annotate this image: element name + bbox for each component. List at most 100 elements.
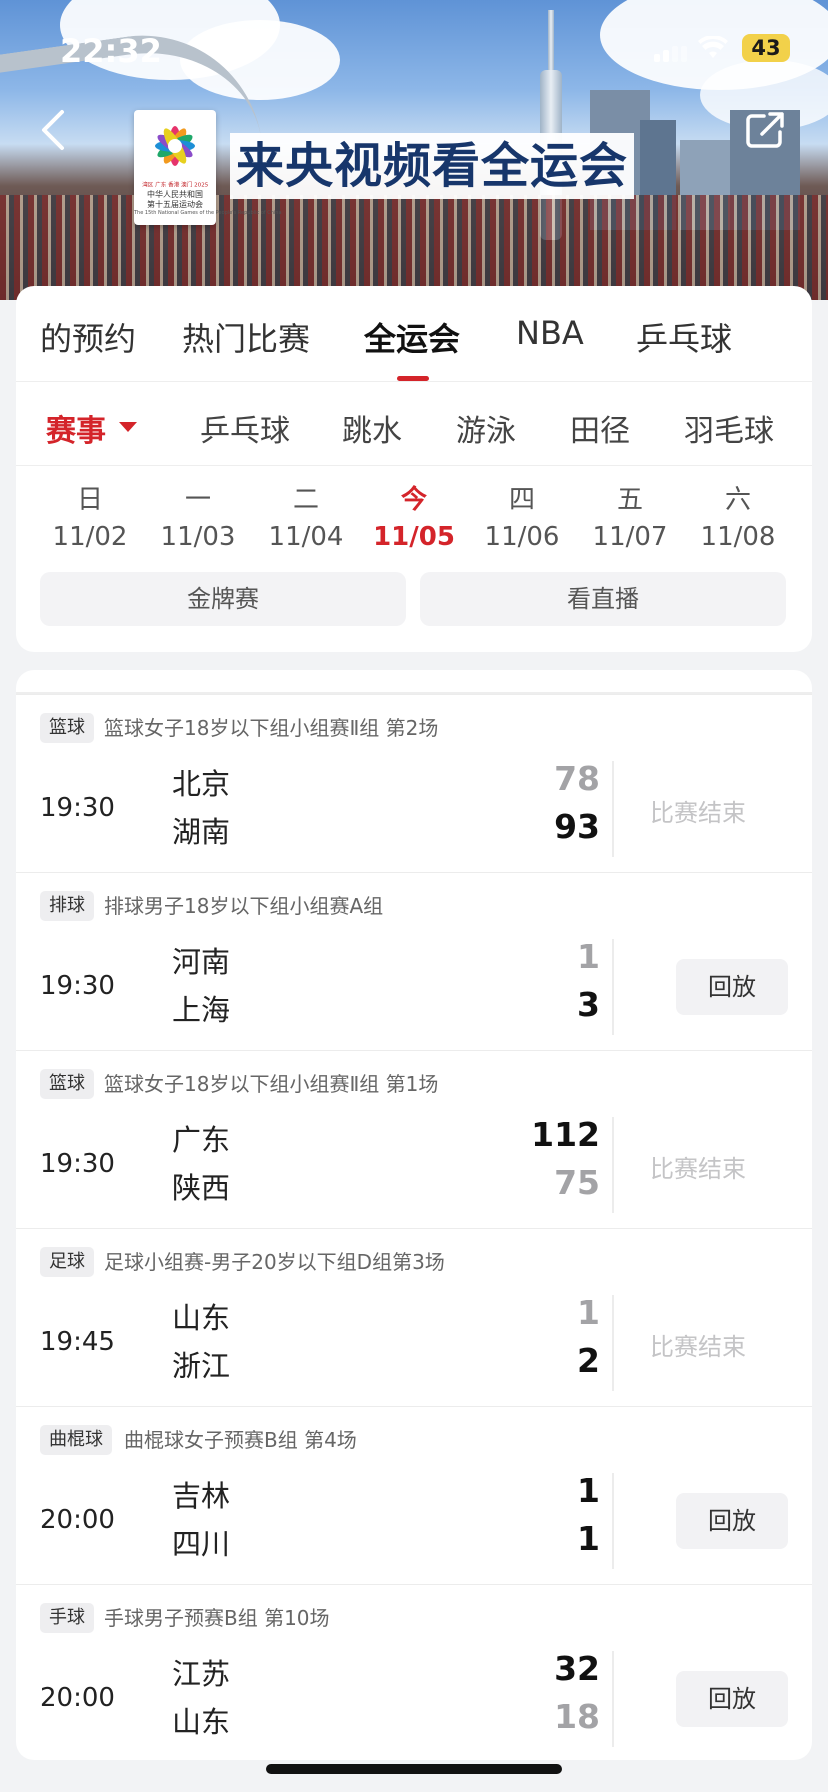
team-score: 1: [577, 1293, 600, 1332]
team-score: 112: [531, 1115, 600, 1154]
gold-medal-filter-button[interactable]: 金牌赛: [40, 572, 406, 626]
subtab-events[interactable]: 赛事: [46, 406, 106, 450]
team-score: 32: [554, 1649, 600, 1688]
date-item[interactable]: 四 11/06: [467, 482, 577, 556]
replay-button[interactable]: 回放: [676, 1493, 788, 1549]
share-button[interactable]: [744, 110, 788, 150]
match-ended-label: 比赛结束: [650, 799, 746, 827]
match-row[interactable]: 篮球 篮球女子18岁以下组小组赛Ⅱ组 第1场 19:30 广东 陕西 112 7…: [16, 1050, 812, 1228]
date-item[interactable]: 五 11/07: [575, 482, 685, 556]
team-name: 四川: [172, 1527, 231, 1561]
match-time: 20:00: [40, 1505, 115, 1535]
match-ended-label: 比赛结束: [650, 1333, 746, 1361]
watch-live-filter-button[interactable]: 看直播: [420, 572, 786, 626]
subtab-badminton[interactable]: 羽毛球: [684, 406, 774, 450]
team-name: 吉林: [172, 1479, 231, 1513]
date-item[interactable]: 二 11/04: [251, 482, 361, 556]
team-name: 湖南: [172, 815, 231, 849]
date-item[interactable]: 六 11/08: [683, 482, 793, 556]
match-list: 篮球 篮球女子18岁以下组小组赛Ⅱ组 第2场 19:30 北京 湖南 78 93…: [16, 670, 812, 1760]
subtab-athletics[interactable]: 田径: [570, 406, 630, 450]
logo-text-3: 第十五届运动会: [147, 200, 203, 209]
sport-tag: 手球: [40, 1603, 94, 1633]
team-name: 广东: [172, 1123, 231, 1157]
match-time: 19:30: [40, 971, 115, 1001]
page-title: 来央视频看全运会: [230, 133, 635, 199]
team-name: 江苏: [172, 1657, 231, 1691]
date-item[interactable]: 日 11/02: [35, 482, 145, 556]
tab-table-tennis[interactable]: 乒乓球: [636, 314, 732, 360]
subtab-swimming[interactable]: 游泳: [456, 406, 516, 450]
date-item-today[interactable]: 今 11/05: [359, 482, 469, 556]
tab-hot-matches[interactable]: 热门比赛: [182, 314, 310, 360]
sport-tag: 曲棍球: [40, 1425, 112, 1455]
match-row[interactable]: 曲棍球 曲棍球女子预赛B组 第4场 20:00 吉林 四川 1 1 回放: [16, 1406, 812, 1584]
match-row[interactable]: 篮球 篮球女子18岁以下组小组赛Ⅱ组 第2场 19:30 北京 湖南 78 93…: [16, 694, 812, 872]
sport-tag: 篮球: [40, 1069, 94, 1099]
back-button[interactable]: [38, 108, 78, 152]
tab-reservations[interactable]: 的预约: [40, 314, 136, 360]
match-time: 19:30: [40, 1149, 115, 1179]
sport-tag: 篮球: [40, 713, 94, 743]
divider: [612, 761, 614, 857]
dropdown-caret-icon[interactable]: [119, 422, 137, 432]
home-indicator[interactable]: [266, 1764, 562, 1774]
tab-nba[interactable]: NBA: [516, 314, 584, 352]
match-ended-label: 比赛结束: [650, 1155, 746, 1183]
logo-text-4: The 15th National Games of the People's …: [134, 210, 282, 216]
event-title: 篮球女子18岁以下组小组赛Ⅱ组 第2场: [104, 716, 439, 740]
share-icon: [746, 112, 784, 148]
team-score: 3: [577, 985, 600, 1024]
team-name: 河南: [172, 945, 231, 979]
event-title: 曲棍球女子预赛B组 第4场: [124, 1428, 357, 1452]
sport-subtabs: 赛事 乒乓球 跳水 游泳 田径 羽毛球: [16, 382, 812, 466]
divider: [612, 1117, 614, 1213]
sport-tag: 排球: [40, 891, 94, 921]
event-title: 篮球女子18岁以下组小组赛Ⅱ组 第1场: [104, 1072, 439, 1096]
team-name: 山东: [172, 1705, 231, 1739]
divider: [612, 1473, 614, 1569]
wifi-icon: [698, 34, 728, 67]
team-score: 2: [577, 1341, 600, 1380]
event-title: 排球男子18岁以下组小组赛A组: [104, 894, 384, 918]
event-title: 足球小组赛-男子20岁以下组D组第3场: [104, 1250, 445, 1274]
team-score: 1: [577, 1519, 600, 1558]
divider: [612, 939, 614, 1035]
active-tab-indicator: [397, 376, 429, 381]
team-score: 93: [554, 807, 600, 846]
top-tabs: 的预约 热门比赛 全运会 NBA 乒乓球: [16, 286, 812, 382]
team-name: 北京: [172, 767, 231, 801]
team-score: 1: [577, 1471, 600, 1510]
replay-button[interactable]: 回放: [676, 1671, 788, 1727]
divider: [612, 1295, 614, 1391]
subtab-table-tennis[interactable]: 乒乓球: [200, 406, 290, 450]
match-row[interactable]: 足球 足球小组赛-男子20岁以下组D组第3场 19:45 山东 浙江 1 2 比…: [16, 1228, 812, 1406]
subtab-diving[interactable]: 跳水: [342, 406, 402, 450]
match-row[interactable]: 排球 排球男子18岁以下组小组赛A组 19:30 河南 上海 1 3 回放: [16, 872, 812, 1050]
team-name: 上海: [172, 993, 231, 1027]
team-name: 浙江: [172, 1349, 231, 1383]
team-score: 1: [577, 937, 600, 976]
logo-text-2: 中华人民共和国: [147, 190, 203, 199]
team-name: 陕西: [172, 1171, 231, 1205]
match-time: 20:00: [40, 1683, 115, 1713]
status-time: 22:32: [60, 32, 162, 70]
team-score: 18: [554, 1697, 600, 1736]
tab-national-games[interactable]: 全运会: [364, 314, 460, 360]
status-bar: 22:32 43: [0, 0, 828, 100]
team-score: 75: [554, 1163, 600, 1202]
logo-text-1: 湾区 广东 香港 澳门 2025: [142, 181, 209, 189]
event-title: 手球男子预赛B组 第10场: [104, 1606, 330, 1630]
divider: [612, 1651, 614, 1747]
replay-button[interactable]: 回放: [676, 959, 788, 1015]
games-emblem-icon: [155, 126, 195, 166]
battery-indicator: 43: [742, 34, 790, 62]
date-item[interactable]: 一 11/03: [143, 482, 253, 556]
navigation-card: 的预约 热门比赛 全运会 NBA 乒乓球 赛事 乒乓球 跳水 游泳 田径 羽毛球…: [16, 286, 812, 652]
team-score: 78: [554, 759, 600, 798]
sport-tag: 足球: [40, 1247, 94, 1277]
team-name: 山东: [172, 1301, 231, 1335]
match-time: 19:30: [40, 793, 115, 823]
match-row[interactable]: 手球 手球男子预赛B组 第10场 20:00 江苏 山东 32 18 回放: [16, 1584, 812, 1760]
match-time: 19:45: [40, 1327, 115, 1357]
